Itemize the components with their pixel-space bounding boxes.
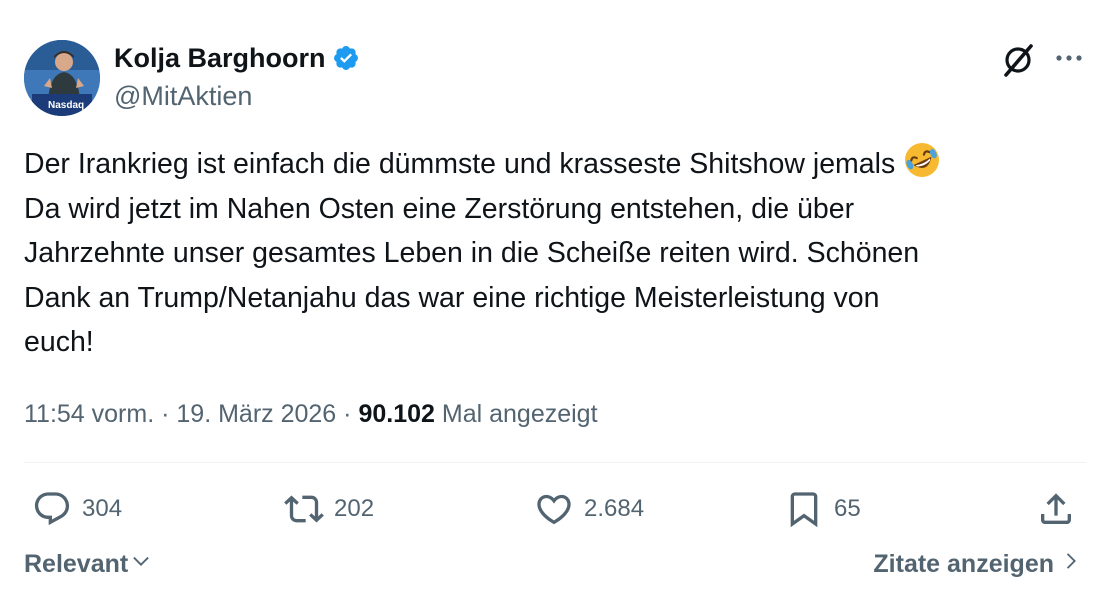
meta-separator: ·: [161, 400, 170, 428]
chevron-down-icon: [130, 550, 152, 579]
sort-label: Relevant: [24, 550, 129, 578]
repost-icon: [284, 489, 324, 529]
tweet-line: Da wird jetzt im Nahen Osten eine Zerstö…: [24, 192, 855, 225]
more-options-icon[interactable]: [1051, 44, 1087, 74]
tweet-line: Dank an Trump/Netanjahu das war eine ric…: [24, 281, 880, 314]
repost-count: 202: [334, 495, 375, 522]
avatar[interactable]: Nasdaq: [24, 40, 100, 116]
tweet-line: Der Irankrieg ist einfach die dümmste un…: [24, 141, 1084, 187]
view-quotes-link[interactable]: Zitate anzeigen: [873, 550, 1082, 579]
reply-button[interactable]: 304: [32, 488, 122, 530]
grok-icon[interactable]: [1000, 42, 1036, 78]
tweet-date-link[interactable]: 19. März 2026: [176, 400, 336, 428]
tweet-meta: 11:54 vorm. · 19. März 2026 · 90.102 Mal…: [24, 394, 598, 434]
share-button[interactable]: [1036, 488, 1076, 530]
views-count: 90.102: [358, 400, 435, 428]
avatar-image: Nasdaq: [24, 40, 100, 116]
heart-icon: [534, 489, 574, 529]
author-name-row[interactable]: Kolja Barghoorn: [114, 40, 360, 76]
bookmark-count: 65: [834, 495, 861, 522]
rofl-emoji-icon: [903, 141, 941, 179]
chevron-right-icon: [1060, 550, 1082, 579]
share-icon: [1036, 489, 1076, 529]
reply-icon: [32, 489, 72, 529]
tweet-time-link[interactable]: 11:54 vorm.: [24, 400, 154, 428]
tweet-text: Der Irankrieg ist einfach die dümmste un…: [24, 141, 1084, 365]
sort-dropdown[interactable]: Relevant: [24, 550, 152, 579]
repost-button[interactable]: 202: [284, 488, 374, 530]
author-display-name[interactable]: Kolja Barghoorn: [114, 40, 326, 76]
views-label: Mal angezeigt: [441, 400, 598, 428]
reply-count: 304: [82, 495, 123, 522]
tweet-line: euch!: [24, 326, 94, 358]
bookmark-button[interactable]: 65: [784, 488, 861, 530]
meta-separator: ·: [343, 400, 352, 428]
divider: [24, 462, 1086, 463]
like-count: 2.684: [584, 495, 645, 522]
like-button[interactable]: 2.684: [534, 488, 644, 530]
tweet-line: Jahrzehnte unser gesamtes Leben in die S…: [24, 237, 920, 269]
verified-badge-icon[interactable]: [332, 44, 360, 72]
view-quotes-label: Zitate anzeigen: [873, 550, 1054, 578]
avatar-caption: Nasdaq: [48, 100, 84, 111]
bookmark-icon: [784, 489, 824, 529]
author-handle[interactable]: @MitAktien: [114, 80, 252, 112]
